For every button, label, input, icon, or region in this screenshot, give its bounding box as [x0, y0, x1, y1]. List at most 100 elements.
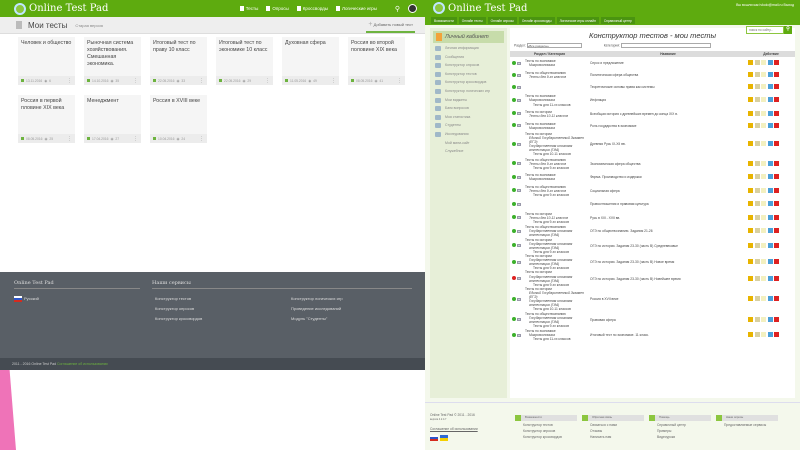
test-card[interactable]: Итоговый тест по праву 10 класс 22.05.201…	[150, 37, 207, 85]
copy-icon[interactable]	[754, 228, 760, 234]
note-icon[interactable]	[761, 201, 766, 207]
status-dot-icon[interactable]	[512, 228, 516, 233]
card-title[interactable]: Рыночная система хозяйствования. Смешанн…	[87, 40, 138, 68]
status-dot-icon[interactable]	[512, 215, 516, 220]
edit-icon[interactable]	[748, 72, 753, 77]
test-name[interactable]: Экономическая сфера общества	[589, 157, 747, 172]
more-menu-icon[interactable]: ⋮	[67, 136, 72, 142]
delete-icon[interactable]	[774, 259, 779, 265]
card-title[interactable]: Россия в XVIII веке	[153, 98, 204, 105]
test-name[interactable]: Правоотношения и правовая культура	[589, 198, 747, 210]
edit-icon[interactable]	[748, 60, 753, 65]
delete-icon[interactable]	[774, 72, 779, 77]
test-card[interactable]: Россия во второй половине XIX века 08.05.…	[348, 37, 405, 85]
copy-icon[interactable]	[754, 242, 760, 248]
delete-icon[interactable]	[774, 60, 779, 65]
status-dot-icon[interactable]	[512, 97, 516, 102]
stats-icon[interactable]	[767, 214, 773, 220]
message-icon[interactable]	[517, 189, 521, 193]
note-icon[interactable]	[761, 84, 766, 89]
nav-logic-games[interactable]: Логические игры	[336, 6, 377, 12]
edit-icon[interactable]	[748, 296, 753, 302]
stats-icon[interactable]	[767, 332, 773, 338]
test-name[interactable]: Фирма. Производство и издержки	[589, 171, 747, 183]
note-icon[interactable]	[761, 174, 766, 180]
card-title[interactable]: Менеджмент	[87, 98, 138, 105]
message-icon[interactable]	[517, 277, 521, 281]
message-icon[interactable]	[517, 175, 521, 179]
sidebar-item[interactable]: Моя статистика	[430, 114, 507, 124]
search-icon[interactable]: ⚲	[395, 5, 400, 13]
test-name[interactable]: Социальная сфера	[589, 183, 747, 198]
card-title[interactable]: Россия во второй половине XIX века	[351, 40, 402, 54]
message-icon[interactable]	[517, 112, 521, 116]
copy-icon[interactable]	[754, 141, 760, 147]
message-icon[interactable]	[517, 73, 521, 77]
copy-icon[interactable]	[754, 122, 760, 128]
edit-icon[interactable]	[748, 97, 753, 103]
sidebar-item[interactable]: Конструктор опросов	[430, 63, 507, 72]
footer-link[interactable]: Модуль "Студенты"	[291, 316, 327, 321]
delete-icon[interactable]	[774, 174, 779, 180]
avatar[interactable]	[408, 4, 417, 13]
sidebar-item[interactable]: Мои виджеты	[430, 97, 507, 107]
card-title[interactable]: Итоговый тест по экономике 10 класс	[219, 40, 270, 54]
status-dot-icon[interactable]	[512, 296, 516, 301]
card-title[interactable]: Итоговый тест по праву 10 класс	[153, 40, 204, 54]
more-menu-icon[interactable]: ⋮	[67, 78, 72, 84]
copy-icon[interactable]	[754, 97, 760, 103]
delete-icon[interactable]	[774, 332, 779, 338]
status-dot-icon[interactable]	[512, 174, 516, 179]
status-dot-icon[interactable]	[512, 161, 516, 166]
edit-icon[interactable]	[748, 201, 753, 207]
stats-icon[interactable]	[767, 201, 773, 207]
edit-icon[interactable]	[748, 141, 753, 147]
nav-crosswords[interactable]: Кроссворды	[296, 6, 328, 12]
edit-icon[interactable]	[748, 259, 753, 265]
note-icon[interactable]	[761, 122, 766, 128]
note-icon[interactable]	[761, 296, 766, 302]
language-selector[interactable]: Русский	[14, 296, 39, 302]
status-dot-icon[interactable]	[512, 60, 516, 65]
search-input[interactable]	[746, 26, 784, 34]
delete-icon[interactable]	[774, 228, 779, 234]
edit-icon[interactable]	[748, 122, 753, 128]
note-icon[interactable]	[761, 97, 766, 103]
test-card[interactable]: Менеджмент 17.04.2016 ◉ 27 ⋮	[84, 95, 141, 143]
terms-link[interactable]: Соглашение об использовании	[430, 427, 510, 431]
copy-icon[interactable]	[754, 110, 760, 116]
test-name[interactable]: ОГЭ по истории. Задания 23-30 (часть В) …	[589, 238, 747, 254]
status-dot-icon[interactable]	[512, 84, 516, 89]
message-icon[interactable]	[517, 229, 521, 233]
footer-link[interactable]: Написать нам	[582, 433, 644, 439]
more-menu-icon[interactable]: ⋮	[199, 78, 204, 84]
note-icon[interactable]	[761, 72, 766, 77]
stats-icon[interactable]	[767, 122, 773, 128]
edit-icon[interactable]	[748, 84, 753, 89]
delete-icon[interactable]	[774, 187, 779, 193]
login-info[interactable]: Вы вошли как ivkolo@mail.ru Выход	[736, 3, 794, 7]
delete-icon[interactable]	[774, 122, 779, 128]
copy-icon[interactable]	[754, 187, 760, 193]
copy-icon[interactable]	[754, 214, 760, 220]
test-name[interactable]: ОГЭ по истории. Задания 23-30 (часть В) …	[589, 270, 747, 286]
delete-icon[interactable]	[774, 242, 779, 248]
sidebar-item[interactable]: Служебное	[430, 149, 507, 158]
status-dot-icon[interactable]	[512, 317, 516, 322]
edit-icon[interactable]	[748, 214, 753, 220]
delete-icon[interactable]	[774, 296, 779, 302]
copy-icon[interactable]	[754, 60, 760, 65]
message-icon[interactable]	[517, 98, 521, 102]
more-menu-icon[interactable]: ⋮	[133, 136, 138, 142]
sidebar-item[interactable]: Мой мини-сайт	[430, 141, 507, 150]
footer-link[interactable]: Конструктор опросов	[155, 306, 194, 311]
sidebar-item[interactable]: Конструктор логических игр	[430, 88, 507, 98]
footer-link[interactable]: Проведение исследований	[291, 306, 341, 311]
stats-icon[interactable]	[767, 160, 773, 166]
stats-icon[interactable]	[767, 97, 773, 103]
message-icon[interactable]	[517, 216, 521, 220]
card-title[interactable]: Духовная сфера	[285, 40, 336, 47]
message-icon[interactable]	[517, 124, 521, 128]
ukraine-flag-icon[interactable]	[440, 435, 448, 441]
nav-polls[interactable]: Опросы	[266, 6, 289, 12]
